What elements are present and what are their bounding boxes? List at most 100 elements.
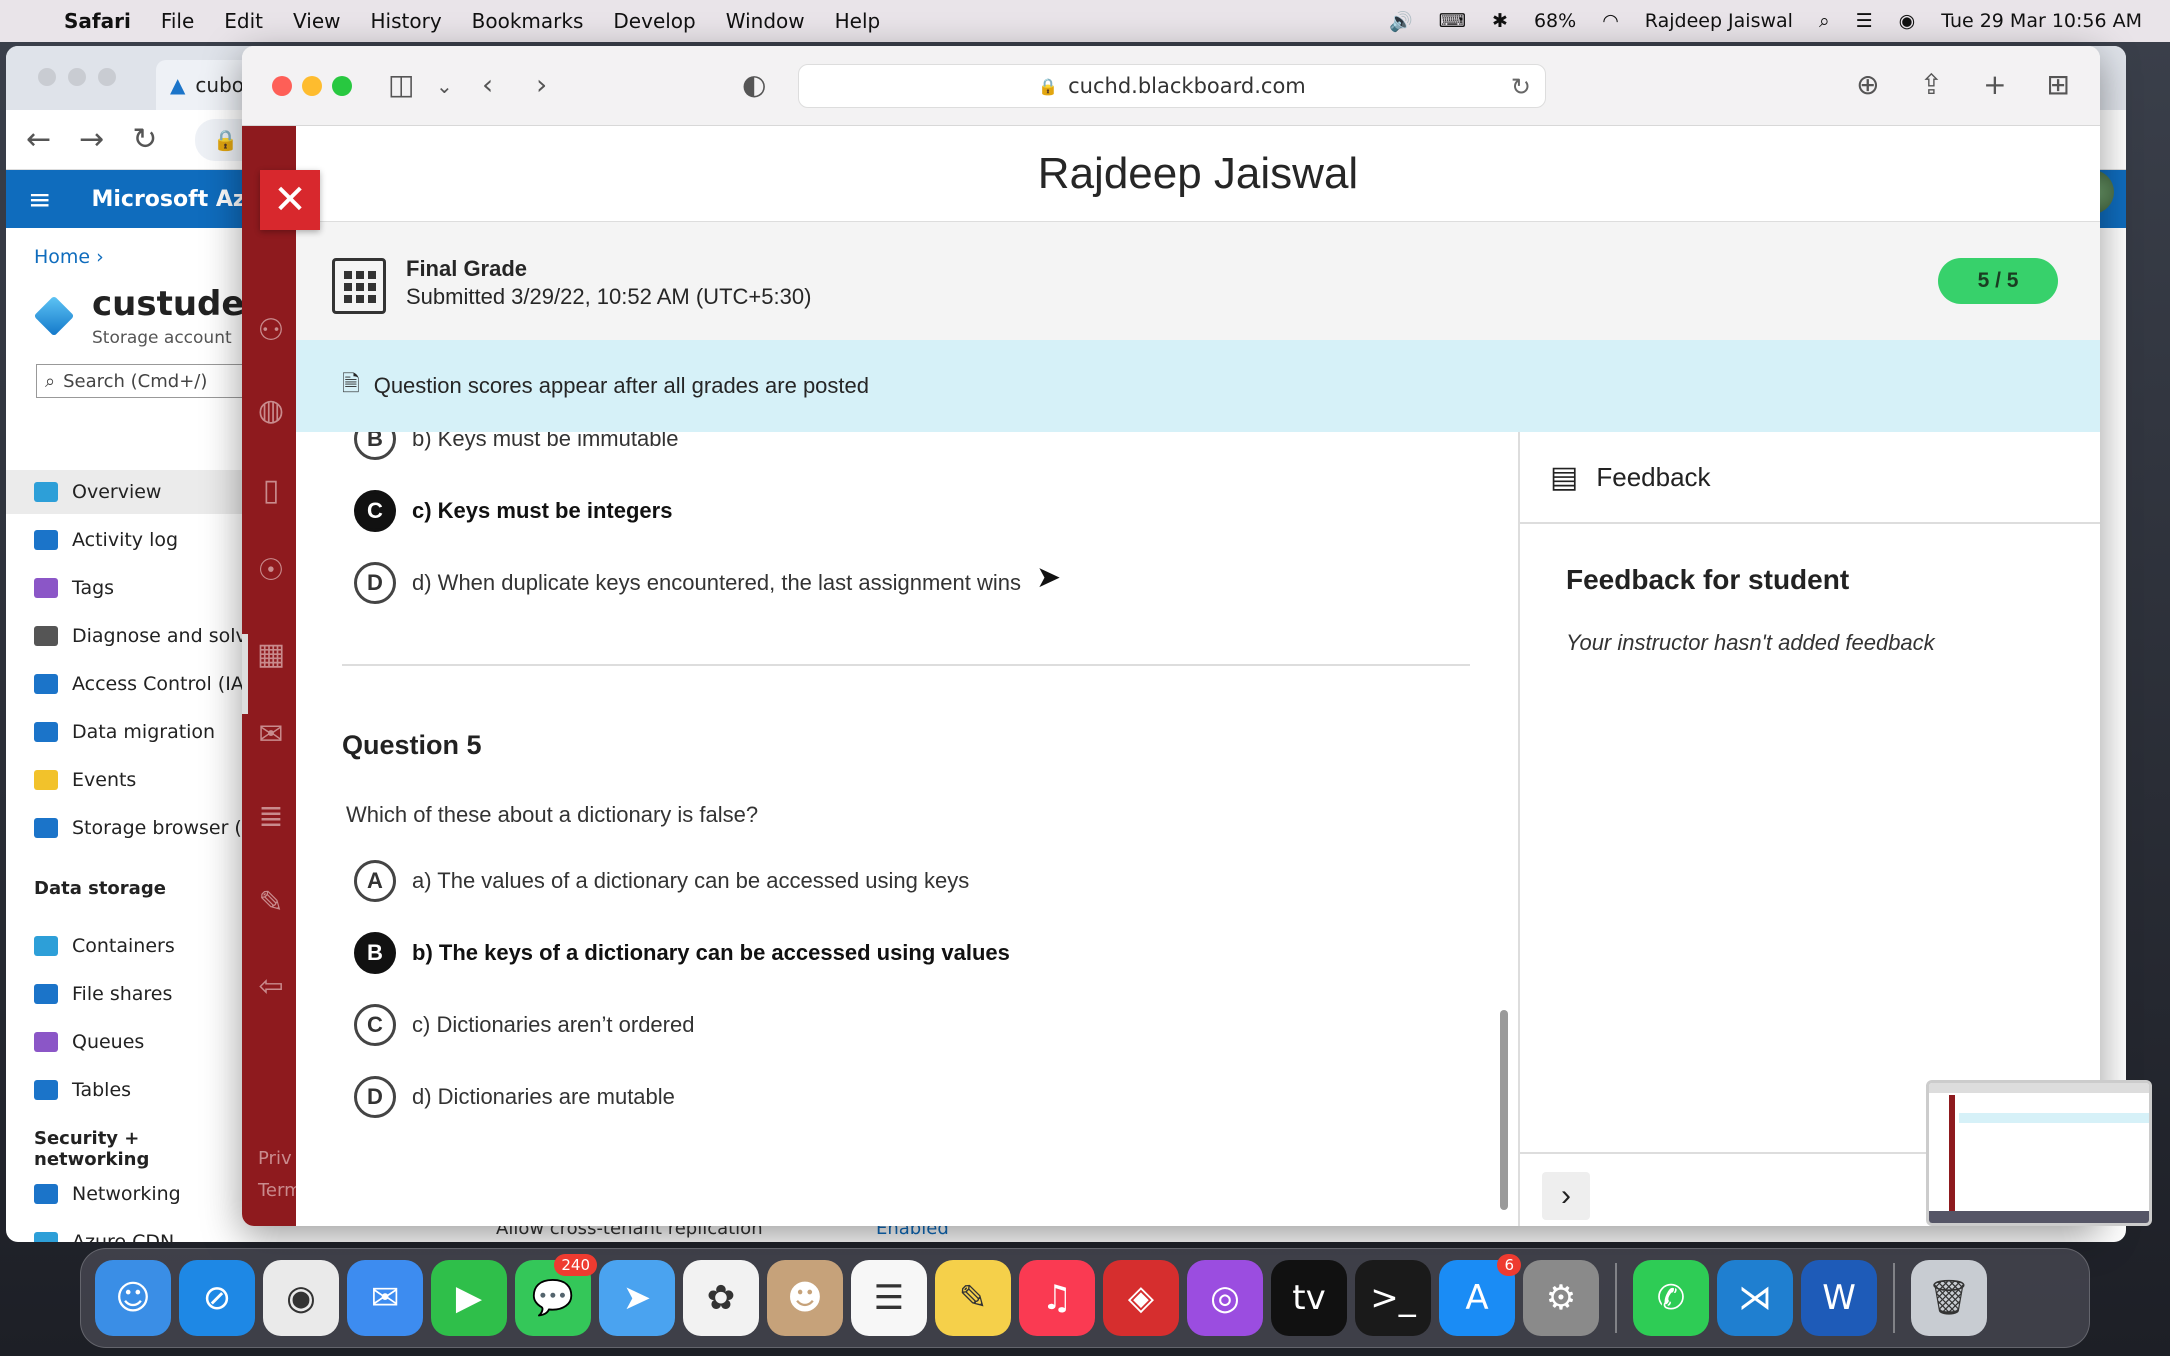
sidebar-item[interactable]: Activity log [6, 518, 246, 562]
menu-clock[interactable]: Tue 29 Mar 10:56 AM [1941, 10, 2142, 32]
sidebar-item[interactable]: Queues [6, 1020, 246, 1064]
scrollbar[interactable] [1500, 1010, 1508, 1210]
dock-app-notes[interactable]: ✎ [935, 1260, 1011, 1336]
spotlight-icon[interactable]: ⌕ [1819, 10, 1830, 32]
dock-app-tv[interactable]: tv [1271, 1260, 1347, 1336]
back-chevron-icon[interactable]: ‹ [482, 68, 493, 101]
sidebar-item[interactable]: Diagnose and solve [6, 614, 246, 658]
back-arrow-icon[interactable]: ← [26, 122, 51, 157]
breadcrumb[interactable]: Home › [34, 246, 104, 268]
sidebar-item[interactable]: Access Control (IAM [6, 662, 246, 706]
courses-icon[interactable]: ▯ [256, 476, 286, 506]
close-panel-button[interactable]: ✕ [260, 170, 320, 230]
menu-develop[interactable]: Develop [613, 0, 695, 42]
volume-icon[interactable]: 🔊 [1389, 10, 1413, 33]
sidebar-item[interactable]: Containers [6, 924, 246, 968]
notification-badge: 240 [554, 1254, 597, 1276]
wifi-icon[interactable]: ◠ [1602, 10, 1619, 32]
minimize-window-button[interactable] [302, 76, 322, 96]
forward-chevron-icon[interactable]: › [536, 68, 547, 101]
menu-help[interactable]: Help [835, 0, 881, 42]
dock-app-trash[interactable]: 🗑 [1911, 1260, 1987, 1336]
battery-percent[interactable]: 68% [1534, 10, 1576, 32]
dock-app-finder[interactable]: ☺ [95, 1260, 171, 1336]
download-icon[interactable]: ⊕ [1856, 68, 1879, 101]
sidebar-item[interactable]: Data migration [6, 710, 246, 754]
zoom-window-button[interactable] [332, 76, 352, 96]
bluetooth-icon[interactable]: ✱ [1492, 10, 1508, 32]
dock-app-maps[interactable]: ➤ [599, 1260, 675, 1336]
sign-out-icon[interactable]: ⇦ [256, 972, 286, 1002]
organizations-icon[interactable]: ☉ [256, 556, 286, 586]
menu-view[interactable]: View [293, 0, 340, 42]
dock-app-messages[interactable]: 💬 240 [515, 1254, 597, 1336]
dock-separator [1893, 1263, 1895, 1333]
menu-bookmarks[interactable]: Bookmarks [472, 0, 584, 42]
menu-app-name[interactable]: Safari [64, 0, 131, 42]
dock-app-music[interactable]: ♫ [1019, 1260, 1095, 1336]
sidebar-item-label: Tags [72, 577, 115, 599]
reload-icon[interactable]: ↻ [1511, 73, 1531, 101]
dock-app-reminders[interactable]: ☰ [851, 1260, 927, 1336]
calendar-icon[interactable]: ▦ [256, 640, 286, 670]
sidebar-toggle-icon[interactable]: ◫ [388, 68, 414, 101]
next-button[interactable]: › [1542, 1172, 1590, 1220]
privacy-link[interactable]: Priv [258, 1148, 292, 1169]
menu-user[interactable]: Rajdeep Jaiswal [1645, 10, 1793, 32]
dock-app-vs-code[interactable]: ⋊ [1717, 1260, 1793, 1336]
document-alert-icon: 🗎 [342, 371, 360, 396]
sidebar-item[interactable]: Tables [6, 1068, 246, 1112]
dock-app-app-store[interactable]: A6 [1439, 1254, 1521, 1336]
menu-window[interactable]: Window [726, 0, 805, 42]
reload-icon[interactable]: ↻ [132, 122, 157, 157]
close-window-button[interactable] [272, 76, 292, 96]
dock-app-mail[interactable]: ✉ [347, 1260, 423, 1336]
dock-app-glyph: ☻ [787, 1278, 823, 1318]
dock-app-photos[interactable]: ✿ [683, 1260, 759, 1336]
forward-arrow-icon[interactable]: → [79, 122, 104, 157]
dock-app-podcasts[interactable]: ◎ [1187, 1260, 1263, 1336]
azure-title[interactable]: Microsoft Azu [91, 187, 261, 212]
sidebar-item[interactable]: Overview [6, 470, 246, 514]
azure-search-input[interactable]: ⌕ Search (Cmd+/) [36, 364, 256, 398]
chevron-down-icon[interactable]: ⌄ [436, 74, 453, 98]
sidebar-item[interactable]: Storage browser (pr [6, 806, 246, 850]
tab-overview-icon[interactable]: ⊞ [2047, 68, 2070, 101]
dock-app-word[interactable]: W [1801, 1260, 1877, 1336]
keyboard-icon[interactable]: ⌨ [1439, 10, 1466, 32]
sidebar-item-label: Data migration [72, 721, 216, 743]
menu-edit[interactable]: Edit [224, 0, 263, 42]
dock-app-facetime[interactable]: ▶ [431, 1260, 507, 1336]
sidebar-item[interactable]: Tags [6, 566, 246, 610]
dock-app-photo-booth[interactable]: ◈ [1103, 1260, 1179, 1336]
privacy-shield-icon[interactable]: ◐ [742, 68, 766, 101]
grades-icon[interactable]: ≣ [256, 802, 286, 832]
share-icon[interactable]: ⇪ [1920, 68, 1943, 101]
new-tab-icon[interactable]: + [1983, 68, 2006, 101]
chrome-traffic-lights [38, 68, 116, 86]
dock-app-terminal[interactable]: >_ [1355, 1260, 1431, 1336]
sidebar-item[interactable]: File shares [6, 972, 246, 1016]
answer-text: d) Dictionaries are mutable [412, 1084, 675, 1109]
safari-address-bar[interactable]: 🔒 cuchd.blackboard.com ↻ [798, 64, 1546, 108]
siri-icon[interactable]: ◉ [1899, 10, 1916, 32]
dock-app-safari[interactable]: ⊘ [179, 1260, 255, 1336]
globe-icon[interactable]: ◍ [256, 396, 286, 426]
profile-icon[interactable]: ⚇ [256, 316, 286, 346]
tools-icon[interactable]: ✎ [256, 888, 286, 918]
menu-file[interactable]: File [161, 0, 194, 42]
dock-app-system-preferences[interactable]: ⚙ [1523, 1260, 1599, 1336]
dock-app-whatsapp[interactable]: ✆ [1633, 1260, 1709, 1336]
sidebar-item[interactable]: Events [6, 758, 246, 802]
messages-icon[interactable]: ✉ [256, 720, 286, 750]
hamburger-icon[interactable]: ≡ [28, 183, 51, 216]
dock-app-contacts[interactable]: ☻ [767, 1260, 843, 1336]
sidebar-item[interactable]: Azure CDN [6, 1220, 246, 1242]
breadcrumb-home[interactable]: Home [34, 246, 90, 268]
dock-app-chrome[interactable]: ◉ [263, 1260, 339, 1336]
menu-history[interactable]: History [371, 0, 442, 42]
screenshot-thumbnail[interactable] [1926, 1080, 2152, 1226]
dock-app-glyph: A [1465, 1278, 1489, 1318]
sidebar-item[interactable]: Networking [6, 1172, 246, 1216]
control-center-icon[interactable]: ☰ [1856, 10, 1873, 32]
